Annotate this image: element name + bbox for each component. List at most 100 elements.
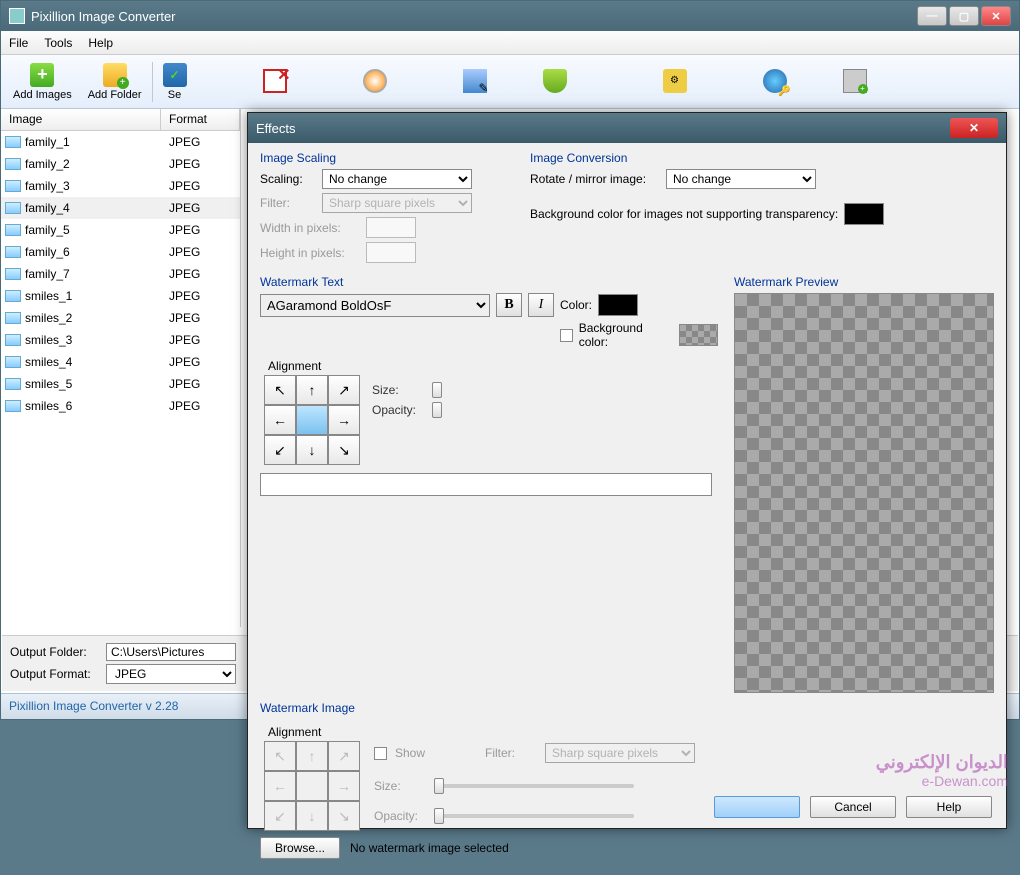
filter-label: Filter: bbox=[260, 196, 316, 210]
table-row[interactable]: family_1JPEG bbox=[1, 131, 240, 153]
list-rows: family_1JPEGfamily_2JPEGfamily_3JPEGfami… bbox=[1, 131, 240, 417]
align-br[interactable]: ↘ bbox=[328, 435, 360, 465]
bgcolor-swatch[interactable] bbox=[844, 203, 884, 225]
toolbar-add-folder[interactable]: Add Folder bbox=[80, 61, 150, 103]
web-icon bbox=[763, 69, 787, 93]
wm-image-filter-label: Filter: bbox=[485, 746, 537, 760]
align-b[interactable]: ↓ bbox=[296, 435, 328, 465]
table-row[interactable]: smiles_3JPEG bbox=[1, 329, 240, 351]
table-row[interactable]: smiles_5JPEG bbox=[1, 373, 240, 395]
table-row[interactable]: family_3JPEG bbox=[1, 175, 240, 197]
menu-help[interactable]: Help bbox=[88, 36, 113, 50]
browse-button[interactable]: Browse... bbox=[260, 837, 340, 859]
image-file-icon bbox=[5, 290, 21, 302]
file-name: family_1 bbox=[25, 135, 70, 149]
wm-image-show-checkbox[interactable] bbox=[374, 747, 387, 760]
toolbar-toolbox[interactable] bbox=[835, 67, 875, 97]
align-tr: ↗ bbox=[328, 741, 360, 771]
wm-text-heading: Watermark Text bbox=[260, 275, 718, 289]
list-header: Image Format bbox=[1, 109, 240, 131]
dialog-close-button[interactable]: ✕ bbox=[950, 118, 998, 138]
maximize-button[interactable]: ▢ bbox=[949, 6, 979, 26]
bgcolor-label: Background color for images not supporti… bbox=[530, 207, 838, 221]
output-folder-input[interactable] bbox=[106, 643, 236, 661]
toolbar-delete[interactable] bbox=[255, 67, 295, 97]
file-format: JPEG bbox=[161, 399, 240, 413]
table-row[interactable]: smiles_4JPEG bbox=[1, 351, 240, 373]
effects-dialog: Effects ✕ Image Scaling Scaling: No chan… bbox=[247, 112, 1007, 829]
align-c[interactable] bbox=[296, 405, 328, 435]
output-format-label: Output Format: bbox=[10, 667, 100, 681]
toolbar-effects[interactable] bbox=[355, 67, 395, 97]
output-format-select[interactable]: JPEG bbox=[106, 664, 236, 684]
file-name: smiles_5 bbox=[25, 377, 72, 391]
folder-icon bbox=[103, 63, 127, 87]
file-name: smiles_1 bbox=[25, 289, 72, 303]
image-file-icon bbox=[5, 246, 21, 258]
scaling-select[interactable]: No change bbox=[322, 169, 472, 189]
scaling-label: Scaling: bbox=[260, 172, 316, 186]
image-scaling-group: Image Scaling Scaling: No change Filter:… bbox=[260, 151, 510, 267]
align-b: ↓ bbox=[296, 801, 328, 831]
close-button[interactable]: ✕ bbox=[981, 6, 1011, 26]
select-icon bbox=[163, 63, 187, 87]
align-r[interactable]: → bbox=[328, 405, 360, 435]
toolbar-settings[interactable] bbox=[655, 67, 695, 97]
ok-button[interactable] bbox=[714, 796, 800, 818]
table-row[interactable]: smiles_1JPEG bbox=[1, 285, 240, 307]
wm-image-show-label: Show bbox=[395, 746, 447, 760]
preview-heading: Watermark Preview bbox=[734, 275, 994, 289]
file-format: JPEG bbox=[161, 333, 240, 347]
italic-button[interactable]: I bbox=[528, 293, 554, 317]
file-format: JPEG bbox=[161, 355, 240, 369]
table-row[interactable]: family_2JPEG bbox=[1, 153, 240, 175]
table-row[interactable]: smiles_6 JPEG bbox=[1, 395, 240, 417]
file-format: JPEG bbox=[161, 267, 240, 281]
file-name: smiles_6 bbox=[25, 399, 72, 413]
align-l[interactable]: ← bbox=[264, 405, 296, 435]
width-input bbox=[366, 217, 416, 238]
file-name: family_4 bbox=[25, 201, 70, 215]
toolbar-resize[interactable] bbox=[455, 67, 495, 97]
bgcolor-checkbox[interactable] bbox=[560, 329, 573, 342]
toolbar: Add Images Add Folder Se bbox=[1, 55, 1019, 109]
wm-text-size-label: Size: bbox=[372, 383, 424, 397]
conversion-heading: Image Conversion bbox=[530, 151, 994, 165]
watermark-image-group: Watermark Image Alignment ↖↑↗←→↙↓↘ Show … bbox=[260, 701, 994, 859]
align-tl: ↖ bbox=[264, 741, 296, 771]
file-name: smiles_2 bbox=[25, 311, 72, 325]
toolbar-select[interactable]: Se bbox=[155, 61, 195, 103]
text-color-swatch[interactable] bbox=[598, 294, 638, 316]
col-image[interactable]: Image bbox=[1, 109, 161, 130]
menu-tools[interactable]: Tools bbox=[44, 36, 72, 50]
align-tr[interactable]: ↗ bbox=[328, 375, 360, 405]
dialog-title: Effects bbox=[256, 121, 950, 136]
file-name: family_7 bbox=[25, 267, 70, 281]
bold-button[interactable]: B bbox=[496, 293, 522, 317]
col-format[interactable]: Format bbox=[161, 109, 240, 130]
align-r: → bbox=[328, 771, 360, 801]
table-row[interactable]: family_6JPEG bbox=[1, 241, 240, 263]
table-row[interactable]: family_7 JPEG bbox=[1, 263, 240, 285]
help-button[interactable]: Help bbox=[906, 796, 992, 818]
table-row[interactable]: smiles_2JPEG bbox=[1, 307, 240, 329]
toolbar-add-images[interactable]: Add Images bbox=[5, 61, 80, 103]
toolbar-web[interactable] bbox=[755, 67, 795, 97]
wm-text-input[interactable] bbox=[260, 473, 712, 496]
table-row[interactable]: family_4JPEG bbox=[1, 197, 240, 219]
settings-icon bbox=[663, 69, 687, 93]
menu-file[interactable]: File bbox=[9, 36, 28, 50]
cancel-button[interactable]: Cancel bbox=[810, 796, 896, 818]
align-t[interactable]: ↑ bbox=[296, 375, 328, 405]
toolbar-preview[interactable] bbox=[535, 67, 575, 97]
app-icon bbox=[9, 8, 25, 24]
font-select[interactable]: AGaramond BoldOsF bbox=[260, 294, 490, 317]
align-tl[interactable]: ↖ bbox=[264, 375, 296, 405]
rotate-select[interactable]: No change bbox=[666, 169, 816, 189]
align-bl[interactable]: ↙ bbox=[264, 435, 296, 465]
text-bgcolor-swatch[interactable] bbox=[679, 324, 718, 346]
minimize-button[interactable]: — bbox=[917, 6, 947, 26]
resize-icon bbox=[463, 69, 487, 93]
text-color-label: Color: bbox=[560, 298, 592, 312]
table-row[interactable]: family_5JPEG bbox=[1, 219, 240, 241]
